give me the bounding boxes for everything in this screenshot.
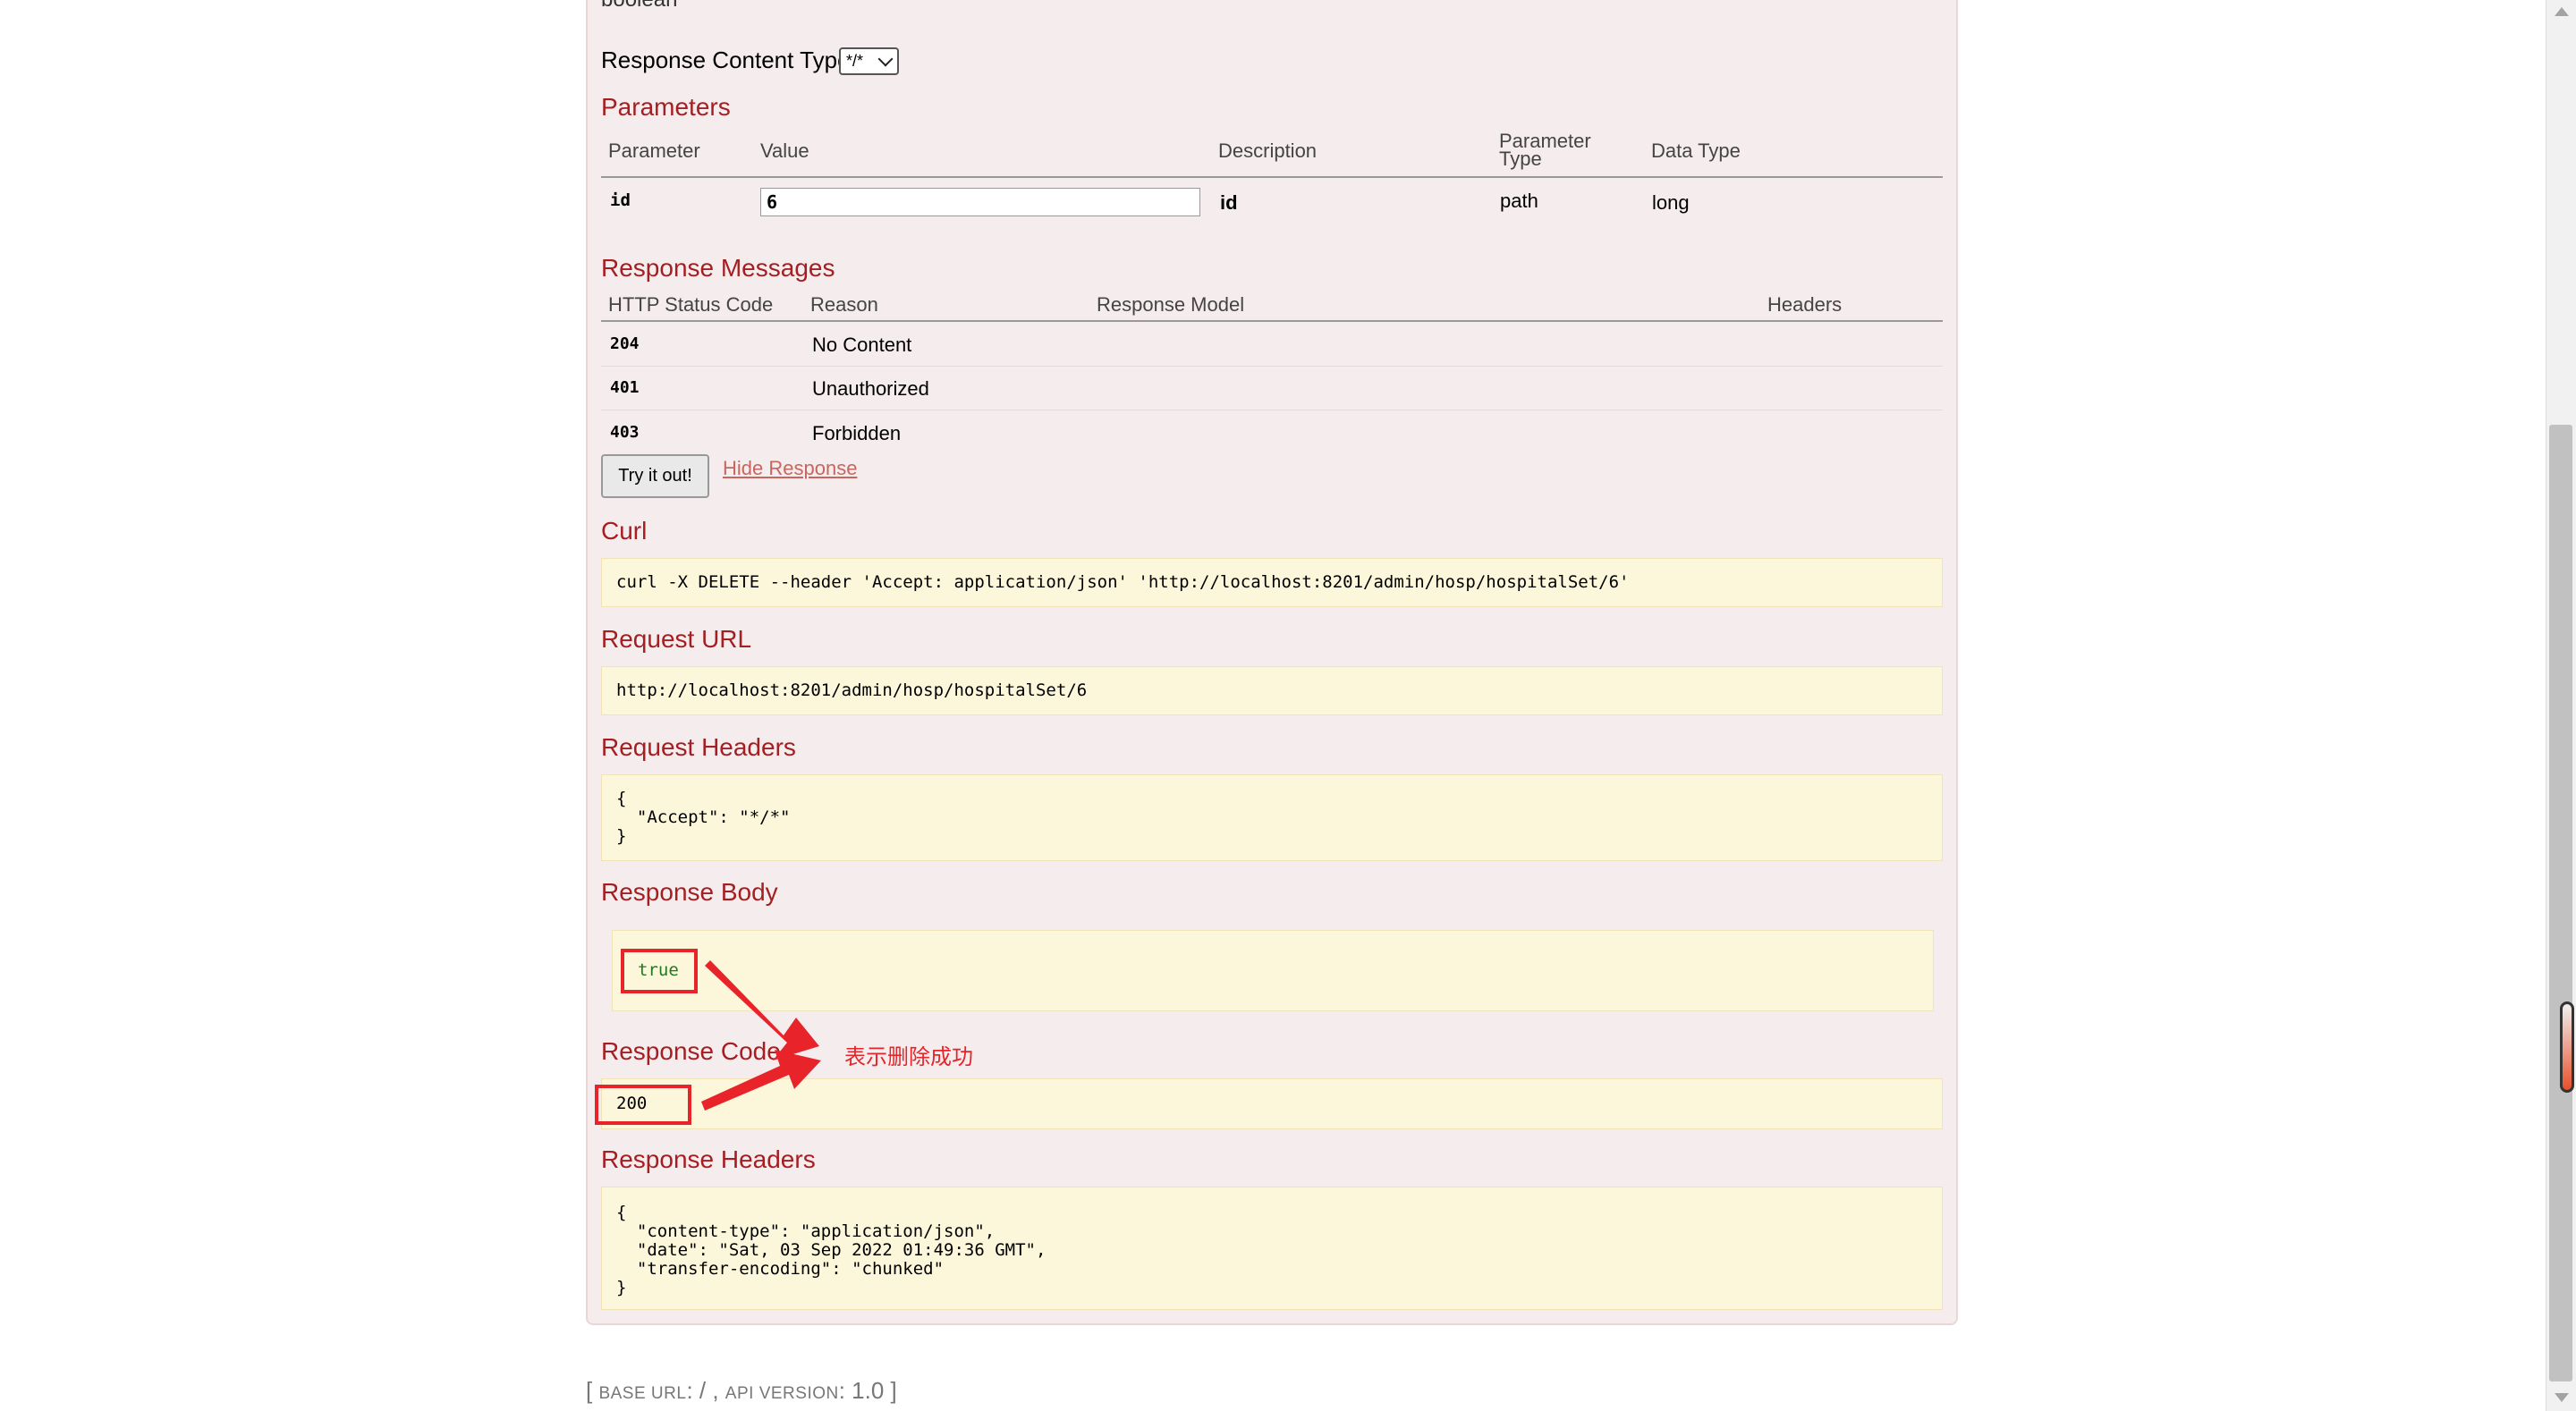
param-id-input[interactable] <box>760 188 1200 216</box>
scroll-up-icon[interactable] <box>2555 7 2569 16</box>
chevron-down-icon <box>877 51 894 67</box>
status-code-403: 403 <box>610 423 640 442</box>
annotation-text: 表示删除成功 <box>844 1045 973 1069</box>
scrollbar-thumb[interactable] <box>2549 425 2572 1381</box>
response-content-type-label: Response Content Type <box>601 46 851 73</box>
reason-403: Forbidden <box>812 422 902 444</box>
response-messages-heading: Response Messages <box>601 254 835 282</box>
param-col-datatype: Data Type <box>1651 139 1741 162</box>
request-headers-heading: Request Headers <box>601 733 796 761</box>
highlight-box-body <box>621 949 698 993</box>
annotation-arrows <box>701 960 821 1111</box>
scroll-down-icon[interactable] <box>2555 1393 2569 1402</box>
row-divider <box>601 366 1943 367</box>
response-body-heading: Response Body <box>601 878 778 906</box>
arrow-down-to-code <box>701 1050 821 1111</box>
response-content-type-select[interactable]: */* <box>839 47 899 75</box>
resp-col-reason: Reason <box>810 293 878 316</box>
param-col-description: Description <box>1218 139 1318 162</box>
curl-code: curl -X DELETE --header 'Accept: applica… <box>601 558 1943 607</box>
reason-401: Unauthorized <box>812 377 929 400</box>
resp-col-headers: Headers <box>1767 293 1843 316</box>
try-it-out-button[interactable]: Try it out! <box>601 454 709 498</box>
status-code-401: 401 <box>610 378 640 397</box>
arrow-up-to-body <box>705 960 819 1060</box>
base-url-label: base url <box>598 1384 687 1403</box>
param-datatype: long <box>1652 191 1690 214</box>
param-col-parameter: Parameter <box>608 139 700 162</box>
select-value: */* <box>846 52 864 70</box>
status-code-204: 204 <box>610 334 640 353</box>
api-version-value: 1.0 <box>852 1377 885 1404</box>
request-headers-code: { "Accept": "*/*" } <box>601 774 1943 861</box>
request-url-heading: Request URL <box>601 625 752 653</box>
param-description: id <box>1220 191 1238 214</box>
reason-204: No Content <box>812 334 912 356</box>
highlight-box-code <box>595 1085 691 1125</box>
base-url-value: / <box>699 1377 707 1404</box>
param-header-rule <box>601 176 1943 178</box>
truncated-type-text: boolean <box>601 0 677 13</box>
hide-response-link[interactable]: Hide Response <box>723 457 857 480</box>
resp-header-rule <box>601 320 1943 322</box>
parameters-heading: Parameters <box>601 93 731 121</box>
scroll-position-indicator <box>2560 1001 2574 1093</box>
resp-col-status: HTTP Status Code <box>608 293 774 316</box>
request-url-code: http://localhost:8201/admin/hosp/hospita… <box>601 666 1943 715</box>
response-headers-heading: Response Headers <box>601 1145 816 1173</box>
param-type: path <box>1500 190 1538 212</box>
response-headers-code: { "content-type": "application/json", "d… <box>601 1187 1943 1310</box>
api-version-label: api version <box>724 1384 839 1403</box>
footer-info: [ base url: / , api version: 1.0 ] <box>586 1377 897 1404</box>
resp-col-model: Response Model <box>1097 293 1245 316</box>
param-col-value: Value <box>760 139 809 162</box>
param-name: id <box>610 190 631 210</box>
curl-heading: Curl <box>601 517 648 545</box>
param-col-type: Parameter Type <box>1499 130 1591 170</box>
